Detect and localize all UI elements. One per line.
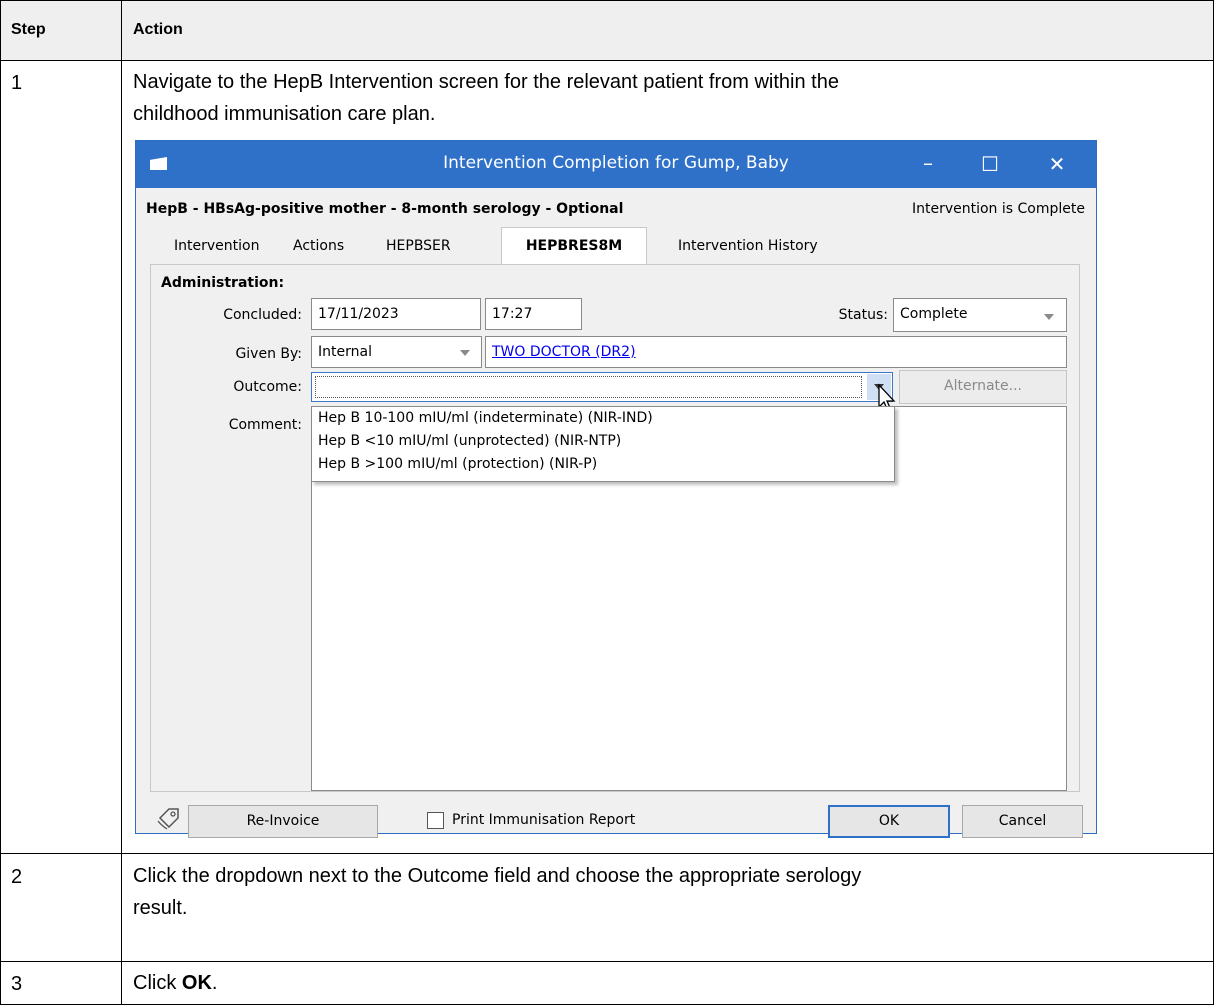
chevron-down-icon	[1044, 314, 1054, 320]
given-by-label: Given By:	[235, 346, 302, 362]
intervention-dialog: Intervention Completion for Gump, Baby –…	[135, 140, 1097, 838]
table-row-divider	[0, 961, 1214, 962]
title-bar: Intervention Completion for Gump, Baby –…	[136, 141, 1096, 188]
step-3-text: Click OK.	[133, 972, 218, 994]
step-2-line-1: Click the dropdown next to the Outcome f…	[133, 865, 862, 887]
tab-intervention-history[interactable]: Intervention History	[678, 238, 818, 254]
intervention-status-text: Intervention is Complete	[911, 201, 1085, 217]
tab-hepbres8m[interactable]: HEPBRES8M	[501, 227, 647, 265]
outcome-option[interactable]: Hep B 10-100 mIU/ml (indeterminate) (NIR…	[318, 410, 653, 426]
step-number: 1	[11, 72, 23, 94]
alternate-button[interactable]: Alternate...	[899, 370, 1067, 404]
outcome-option[interactable]: Hep B <10 mIU/ml (unprotected) (NIR-NTP)	[318, 433, 621, 449]
tab-hepbres8m-label: HEPBRES8M	[525, 238, 623, 254]
print-report-checkbox[interactable]	[427, 812, 444, 829]
table-row-divider	[0, 853, 1214, 854]
header-action: Action	[133, 21, 183, 38]
dialog-title: Intervention Completion for Gump, Baby	[443, 153, 789, 173]
table-border-top	[0, 0, 1214, 1]
outcome-option[interactable]: Hep B >100 mIU/ml (protection) (NIR-P)	[318, 456, 597, 472]
cancel-button[interactable]: Cancel	[962, 805, 1083, 838]
comment-label: Comment:	[228, 417, 302, 433]
tag-icon[interactable]	[156, 805, 182, 831]
close-button[interactable]: ✕	[1033, 141, 1081, 188]
administration-label: Administration:	[161, 275, 285, 291]
step-1-line-2: childhood immunisation care plan.	[133, 103, 436, 125]
step-2-line-2: result.	[133, 897, 188, 919]
ok-button[interactable]: OK	[828, 805, 950, 838]
ok-emphasis: OK	[181, 972, 212, 994]
re-invoice-button[interactable]: Re-Invoice	[188, 805, 378, 838]
status-select[interactable]: Complete	[893, 298, 1067, 332]
minimize-button[interactable]: –	[904, 141, 952, 188]
status-label: Status:	[838, 307, 888, 323]
step-number: 2	[11, 866, 23, 888]
concluded-date-field[interactable]: 17/11/2023	[311, 298, 481, 330]
chevron-down-icon	[460, 350, 470, 356]
maximize-button[interactable]: ☐	[966, 141, 1014, 188]
outcome-select[interactable]	[311, 372, 893, 402]
outcome-dropdown-list: Hep B 10-100 mIU/ml (indeterminate) (NIR…	[311, 406, 895, 482]
given-by-provider-field[interactable]: TWO DOCTOR (DR2)	[485, 336, 1067, 368]
table-row-divider	[0, 60, 1214, 61]
step-number: 3	[11, 973, 23, 995]
status-value: Complete	[900, 306, 968, 322]
header-step: Step	[11, 21, 46, 38]
intervention-heading: HepB - HBsAg-positive mother - 8-month s…	[146, 201, 624, 217]
concluded-time-field[interactable]: 17:27	[485, 298, 582, 330]
print-report-label: Print Immunisation Report	[452, 812, 636, 828]
outcome-focus-rect	[315, 376, 862, 398]
tab-hepbser[interactable]: HEPBSER	[386, 238, 451, 254]
table-header-row	[1, 1, 1213, 60]
provider-link[interactable]: TWO DOCTOR (DR2)	[492, 344, 636, 360]
outcome-label: Outcome:	[233, 379, 302, 395]
tab-actions[interactable]: Actions	[293, 238, 344, 254]
concluded-label: Concluded:	[223, 307, 302, 323]
table-column-divider	[121, 0, 122, 1005]
given-by-select[interactable]: Internal	[311, 336, 482, 368]
step-1-line-1: Navigate to the HepB Intervention screen…	[133, 71, 839, 93]
given-by-value: Internal	[318, 344, 372, 360]
tab-intervention[interactable]: Intervention	[174, 238, 259, 254]
table-border-left	[0, 0, 1, 1005]
